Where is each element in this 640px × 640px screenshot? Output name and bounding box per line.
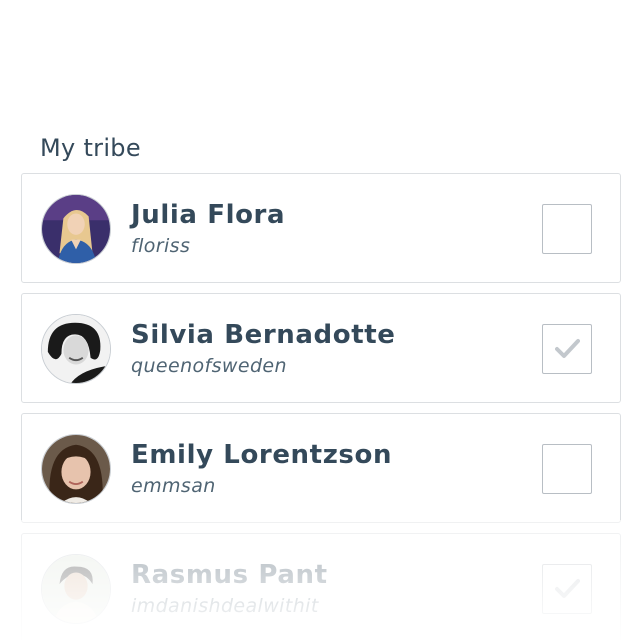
checkmark-icon	[555, 339, 580, 358]
tribe-screen: My tribe Julia Flora floriss Silvia Bern…	[0, 0, 640, 640]
member-name: Silvia Bernadotte	[131, 320, 396, 350]
avatar	[41, 314, 111, 384]
avatar-rasmus-pant-icon	[42, 555, 110, 623]
member-select-checkbox[interactable]	[542, 444, 592, 494]
member-name: Rasmus Pant	[131, 560, 328, 590]
avatar-silvia-bernadotte-icon	[42, 315, 110, 383]
member-card[interactable]: Julia Flora floriss	[21, 173, 621, 283]
avatar-emily-lorentzson-icon	[42, 435, 110, 503]
member-list: Julia Flora floriss Silvia Bernadotte qu…	[21, 173, 621, 640]
avatar	[41, 194, 111, 264]
member-card[interactable]: Rasmus Pant imdanishdealwithit	[21, 533, 621, 640]
member-name: Emily Lorentzson	[131, 440, 393, 470]
avatar	[41, 434, 111, 504]
member-card[interactable]: Silvia Bernadotte queenofsweden	[21, 293, 621, 403]
member-select-checkbox[interactable]	[542, 324, 592, 374]
avatar	[41, 554, 111, 624]
member-select-checkbox[interactable]	[542, 564, 592, 614]
member-name: Julia Flora	[131, 200, 286, 230]
member-handle: queenofsweden	[131, 355, 287, 377]
member-handle: emmsan	[131, 475, 216, 497]
member-handle: floriss	[131, 235, 191, 257]
member-select-checkbox[interactable]	[542, 204, 592, 254]
avatar-julia-flora-icon	[42, 195, 110, 263]
member-handle: imdanishdealwithit	[131, 595, 319, 617]
section-title: My tribe	[40, 134, 141, 162]
checkmark-icon	[555, 579, 580, 598]
member-card[interactable]: Emily Lorentzson emmsan	[21, 413, 621, 523]
